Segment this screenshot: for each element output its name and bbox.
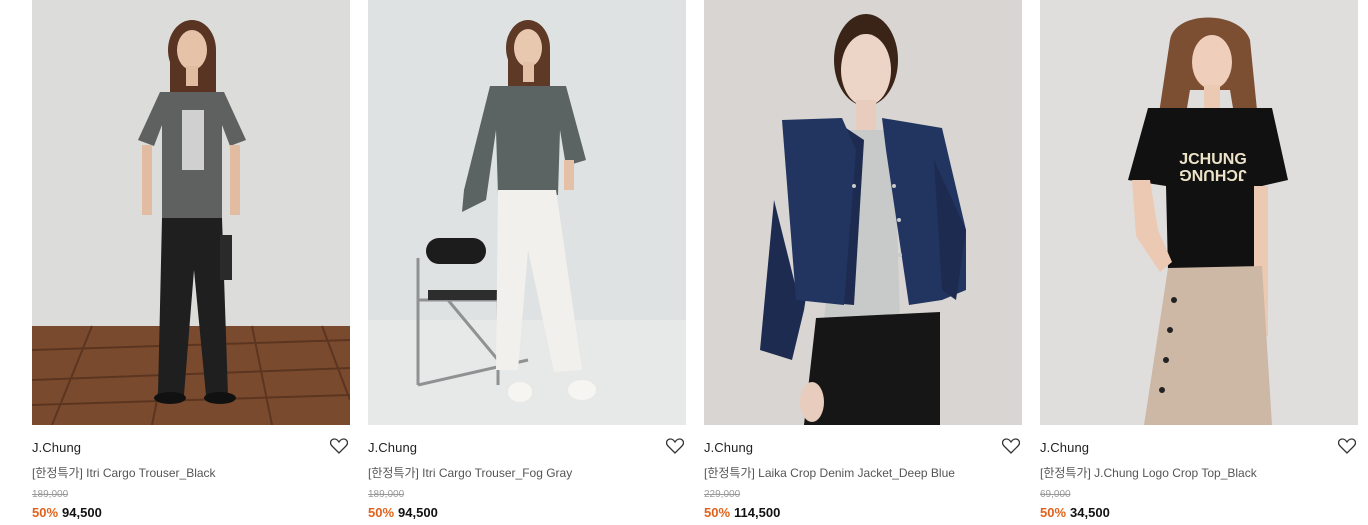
- heart-outline-icon[interactable]: [329, 438, 349, 454]
- product-brand[interactable]: J.Chung: [32, 440, 81, 455]
- product-image[interactable]: JCHUNG JCHUNG: [1040, 0, 1358, 425]
- tee-logo-text: JCHUNG: [1179, 151, 1247, 168]
- product-image[interactable]: [368, 0, 686, 425]
- discount-rate: 50%: [1040, 505, 1067, 520]
- heart-outline-icon[interactable]: [665, 438, 685, 454]
- discount-rate: 50%: [368, 505, 395, 520]
- product-photo-model-denim-jacket: [704, 0, 1022, 425]
- price-line: 50% 34,500: [1040, 505, 1110, 520]
- price-line: 50% 94,500: [32, 505, 102, 520]
- sale-price: 34,500: [1070, 505, 1110, 520]
- product-name[interactable]: [한정특가] Laika Crop Denim Jacket_Deep Blue: [704, 464, 955, 481]
- original-price: 189,000: [368, 489, 405, 500]
- sale-price: 94,500: [62, 505, 102, 520]
- heart-outline-icon[interactable]: [1337, 438, 1357, 454]
- heart-outline-icon[interactable]: [1001, 438, 1021, 454]
- product-photo-model-cargo-black: [32, 0, 350, 425]
- tee-logo-text-flipped: JCHUNG: [1179, 166, 1247, 183]
- discount-rate: 50%: [704, 505, 731, 520]
- product-image[interactable]: [32, 0, 350, 425]
- original-price: 229,000: [704, 489, 741, 500]
- product-name[interactable]: [한정특가] Itri Cargo Trouser_Fog Gray: [368, 464, 572, 481]
- sale-price: 94,500: [398, 505, 438, 520]
- product-brand[interactable]: J.Chung: [368, 440, 417, 455]
- product-image[interactable]: [704, 0, 1022, 425]
- product-brand[interactable]: J.Chung: [704, 440, 753, 455]
- product-photo-model-logo-crop-top: JCHUNG JCHUNG: [1040, 0, 1358, 425]
- product-photo-model-cargo-fog-gray: [368, 0, 686, 425]
- product-name[interactable]: [한정특가] Itri Cargo Trouser_Black: [32, 464, 216, 481]
- original-price: 189,000: [32, 489, 69, 500]
- product-name[interactable]: [한정특가] J.Chung Logo Crop Top_Black: [1040, 464, 1257, 481]
- product-brand[interactable]: J.Chung: [1040, 440, 1089, 455]
- price-line: 50% 94,500: [368, 505, 438, 520]
- price-line: 50% 114,500: [704, 505, 780, 520]
- sale-price: 114,500: [734, 505, 781, 520]
- original-price: 69,000: [1040, 489, 1071, 500]
- discount-rate: 50%: [32, 505, 59, 520]
